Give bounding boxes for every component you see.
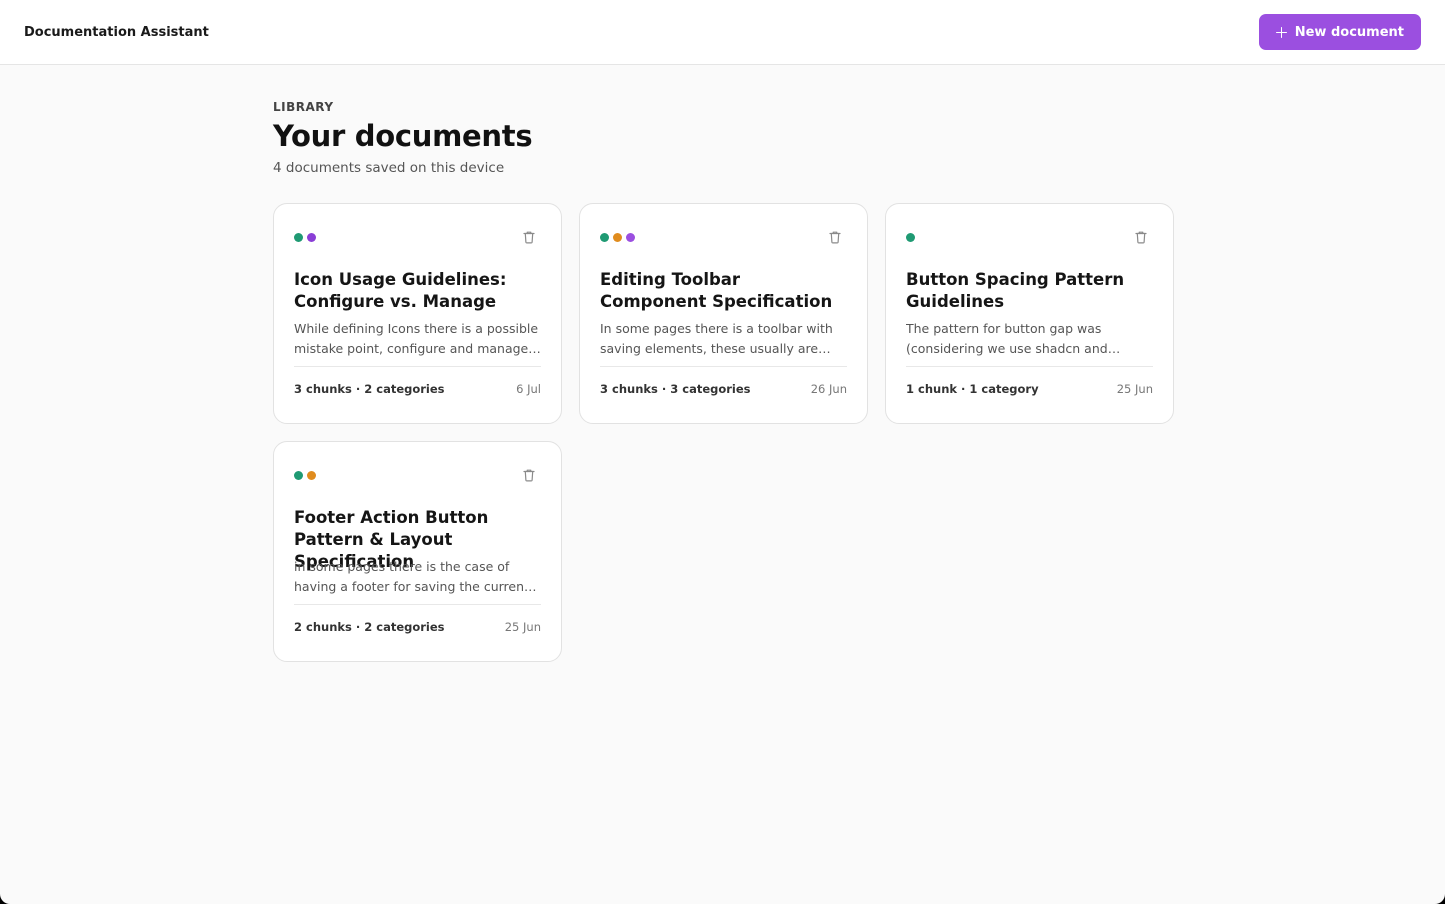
app-title: Documentation Assistant bbox=[24, 24, 209, 40]
category-dot bbox=[294, 470, 303, 480]
document-date: 6 Jul bbox=[516, 382, 541, 396]
document-date: 25 Jun bbox=[1116, 382, 1153, 396]
document-card[interactable]: Icon Usage Guidelines: Configure vs. Man… bbox=[273, 203, 562, 424]
document-date: 25 Jun bbox=[504, 620, 541, 634]
category-dots bbox=[906, 232, 915, 242]
document-count: 4 documents saved on this device bbox=[273, 160, 505, 176]
page-title: Your documents bbox=[273, 119, 533, 153]
trash-icon[interactable] bbox=[522, 468, 536, 482]
document-excerpt: While defining Icons there is a possible… bbox=[294, 321, 539, 356]
category-dots bbox=[294, 470, 316, 480]
document-card[interactable]: Editing Toolbar Component Specification … bbox=[579, 203, 868, 424]
document-meta: 3 chunks · 2 categories bbox=[294, 382, 445, 396]
document-title: Editing Toolbar Component Specification bbox=[600, 270, 833, 311]
category-dots bbox=[294, 232, 316, 242]
category-dot bbox=[613, 232, 622, 242]
category-dot bbox=[294, 232, 303, 242]
trash-icon[interactable] bbox=[1134, 230, 1148, 244]
new-document-button[interactable]: New document bbox=[1258, 14, 1421, 50]
trash-icon[interactable] bbox=[522, 230, 536, 244]
document-grid: Icon Usage Guidelines: Configure vs. Man… bbox=[273, 203, 1174, 662]
category-dots bbox=[600, 232, 635, 242]
category-dot bbox=[307, 232, 316, 242]
top-bar: Documentation Assistant New document bbox=[0, 0, 1445, 65]
app-window: Documentation Assistant New document LIB… bbox=[0, 0, 1445, 904]
document-title: Button Spacing Pattern Guidelines bbox=[906, 270, 1125, 311]
document-title: Icon Usage Guidelines: Configure vs. Man… bbox=[294, 270, 507, 311]
document-meta: 1 chunk · 1 category bbox=[906, 382, 1039, 396]
library-section: LIBRARY Your documents 4 documents saved… bbox=[273, 100, 1174, 662]
document-date: 26 Jun bbox=[810, 382, 847, 396]
document-card[interactable]: Footer Action Button Pattern & Layout Sp… bbox=[273, 441, 562, 662]
document-excerpt: The pattern for button gap was (consider… bbox=[906, 321, 1108, 356]
document-excerpt: in some pages there is the case of havin… bbox=[294, 559, 529, 594]
document-card[interactable]: Button Spacing Pattern Guidelines The pa… bbox=[885, 203, 1174, 424]
category-dot bbox=[600, 232, 609, 242]
new-document-label: New document bbox=[1294, 24, 1404, 40]
document-excerpt: In some pages there is a toolbar with sa… bbox=[600, 321, 833, 356]
category-dot bbox=[626, 232, 635, 242]
category-dot bbox=[906, 232, 915, 242]
trash-icon[interactable] bbox=[828, 230, 842, 244]
category-dot bbox=[307, 470, 316, 480]
card-divider bbox=[294, 366, 541, 367]
section-eyebrow: LIBRARY bbox=[273, 100, 334, 114]
card-divider bbox=[600, 366, 847, 367]
document-meta: 2 chunks · 2 categories bbox=[294, 620, 445, 634]
plus-icon bbox=[1275, 26, 1287, 38]
document-meta: 3 chunks · 3 categories bbox=[600, 382, 751, 396]
card-divider bbox=[906, 366, 1153, 367]
card-divider bbox=[294, 604, 541, 605]
document-title: Footer Action Button Pattern & Layout Sp… bbox=[294, 508, 489, 571]
